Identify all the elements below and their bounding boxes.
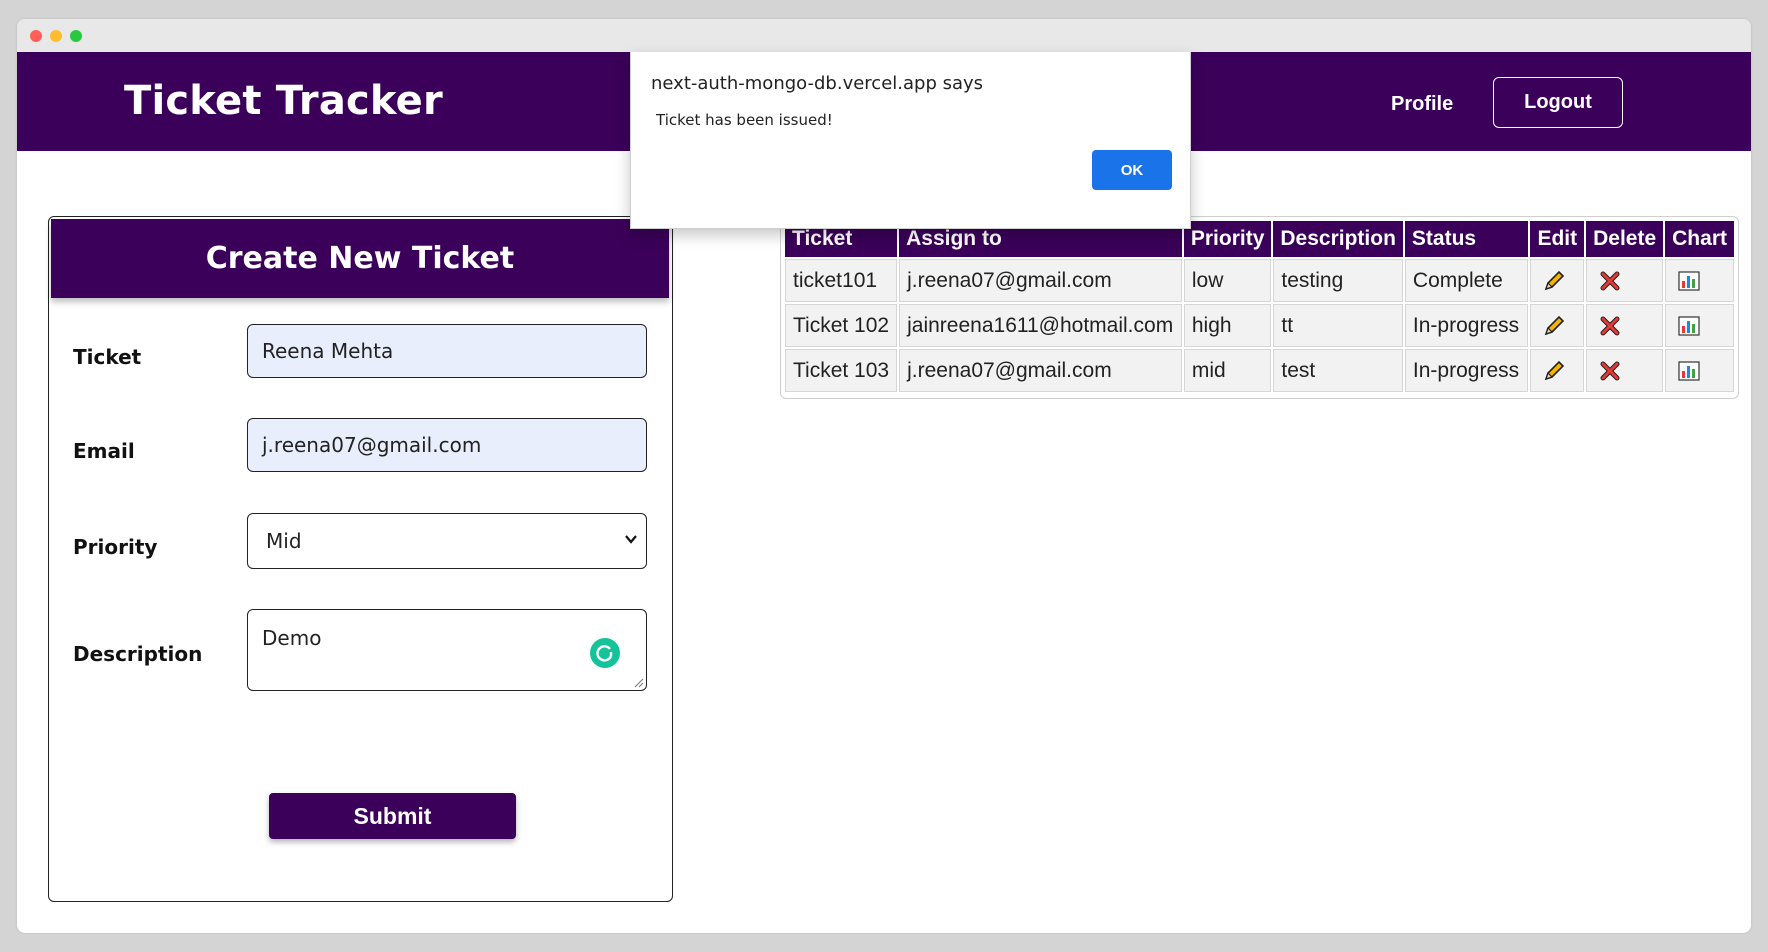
table-row: Ticket 103 j.reena07@gmail.com mid test …	[785, 349, 1734, 392]
dialog-origin: next-auth-mongo-db.vercel.app says	[651, 73, 984, 94]
email-input[interactable]: j.reena07@gmail.com	[247, 418, 647, 472]
resize-grip-icon[interactable]	[634, 678, 644, 688]
close-window-button[interactable]	[30, 30, 42, 42]
description-textarea[interactable]: Demo	[247, 609, 647, 691]
cell-priority: low	[1183, 259, 1272, 302]
form-title: Create New Ticket	[205, 241, 515, 276]
cell-description: testing	[1273, 259, 1403, 302]
tickets-table: Ticket Assign to Priority Description St…	[783, 219, 1736, 394]
ticket-input[interactable]: Reena Mehta	[247, 324, 647, 378]
form-header: Create New Ticket	[51, 219, 669, 298]
submit-button[interactable]: Submit	[269, 793, 516, 839]
ticket-input-value: Reena Mehta	[262, 339, 394, 363]
cell-edit	[1530, 349, 1585, 392]
minimize-window-button[interactable]	[50, 30, 62, 42]
priority-select-value: Mid	[266, 529, 302, 553]
cell-delete	[1586, 349, 1664, 392]
header-chart: Chart	[1665, 221, 1734, 257]
header-delete: Delete	[1586, 221, 1664, 257]
header-status: Status	[1404, 221, 1529, 257]
description-label: Description	[73, 642, 203, 666]
alert-dialog: next-auth-mongo-db.vercel.app says Ticke…	[630, 52, 1191, 229]
pencil-icon[interactable]	[1542, 269, 1566, 293]
cell-assign-to: jainreena1611@hotmail.com	[899, 304, 1182, 347]
window-titlebar	[17, 19, 1751, 52]
cell-priority: high	[1183, 304, 1272, 347]
cell-chart	[1665, 349, 1734, 392]
cell-delete	[1586, 304, 1664, 347]
cell-ticket: Ticket 103	[785, 349, 898, 392]
cell-delete	[1586, 259, 1664, 302]
tickets-table-container: Ticket Assign to Priority Description St…	[780, 216, 1739, 399]
cell-assign-to: j.reena07@gmail.com	[899, 349, 1182, 392]
grammarly-refresh-icon	[596, 645, 613, 662]
cell-priority: mid	[1183, 349, 1272, 392]
dialog-message: Ticket has been issued!	[656, 111, 833, 129]
pencil-icon[interactable]	[1542, 314, 1566, 338]
cell-edit	[1530, 259, 1585, 302]
red-x-icon[interactable]	[1598, 314, 1622, 338]
cell-assign-to: j.reena07@gmail.com	[899, 259, 1182, 302]
cell-status: In-progress	[1404, 304, 1529, 347]
create-ticket-form: Create New Ticket Ticket Reena Mehta Ema…	[48, 216, 673, 902]
table-row: Ticket 102 jainreena1611@hotmail.com hig…	[785, 304, 1734, 347]
cell-chart	[1665, 259, 1734, 302]
cell-edit	[1530, 304, 1585, 347]
bar-chart-icon[interactable]	[1677, 359, 1701, 383]
red-x-icon[interactable]	[1598, 269, 1622, 293]
email-input-value: j.reena07@gmail.com	[262, 433, 482, 457]
grammarly-icon[interactable]	[590, 638, 620, 668]
pencil-icon[interactable]	[1542, 359, 1566, 383]
chevron-down-icon	[625, 535, 637, 544]
maximize-window-button[interactable]	[70, 30, 82, 42]
ticket-label: Ticket	[73, 345, 142, 369]
priority-label: Priority	[73, 535, 158, 559]
browser-window: Ticket Tracker Profile Logout Create New…	[17, 19, 1751, 933]
bar-chart-icon[interactable]	[1677, 269, 1701, 293]
priority-select[interactable]: Mid	[247, 513, 647, 569]
description-textarea-value: Demo	[262, 626, 322, 650]
dialog-ok-button[interactable]: OK	[1092, 150, 1172, 190]
cell-ticket: ticket101	[785, 259, 898, 302]
brand-title: Ticket Tracker	[124, 78, 443, 124]
profile-link[interactable]: Profile	[1391, 93, 1453, 116]
red-x-icon[interactable]	[1598, 359, 1622, 383]
cell-description: tt	[1273, 304, 1403, 347]
header-description: Description	[1273, 221, 1403, 257]
cell-ticket: Ticket 102	[785, 304, 898, 347]
table-row: ticket101 j.reena07@gmail.com low testin…	[785, 259, 1734, 302]
email-label: Email	[73, 439, 135, 463]
header-priority: Priority	[1183, 221, 1272, 257]
header-edit: Edit	[1530, 221, 1585, 257]
cell-status: In-progress	[1404, 349, 1529, 392]
logout-button[interactable]: Logout	[1493, 77, 1623, 128]
bar-chart-icon[interactable]	[1677, 314, 1701, 338]
cell-description: test	[1273, 349, 1403, 392]
cell-status: Complete	[1404, 259, 1529, 302]
cell-chart	[1665, 304, 1734, 347]
